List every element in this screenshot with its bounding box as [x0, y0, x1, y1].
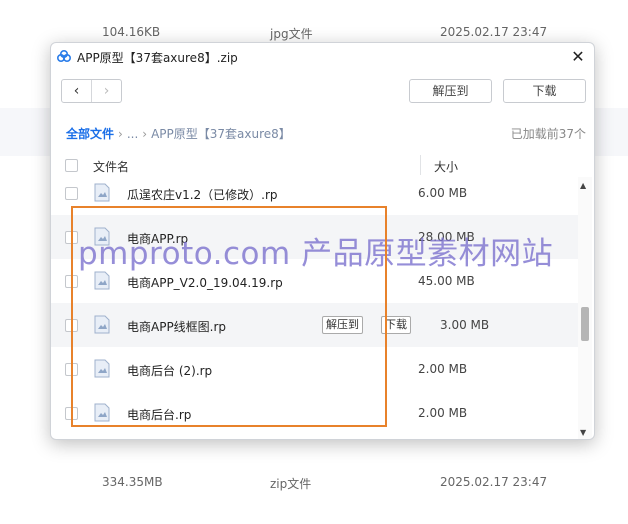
file-size: 3.00 MB [440, 318, 490, 332]
file-size: 2.00 MB [418, 406, 468, 420]
file-size: 2.00 MB [418, 362, 468, 376]
breadcrumb-ellipsis[interactable]: ... [127, 127, 138, 141]
vertical-scrollbar[interactable]: ▲ ▼ [578, 177, 592, 439]
file-name: 瓜逞农庄v1.2（已修改）.rp [127, 188, 278, 202]
background-file-date: 2025.02.17 23:47 [440, 25, 548, 39]
breadcrumb-root[interactable]: 全部文件 [66, 127, 114, 141]
select-all-checkbox[interactable] [65, 159, 78, 172]
background-file-type: jpg文件 [270, 27, 313, 41]
file-size: 6.00 MB [418, 186, 468, 200]
forward-button[interactable]: › [92, 80, 121, 102]
background-file-date: 2025.02.17 23:47 [440, 475, 548, 489]
back-button[interactable]: ‹ [62, 80, 92, 102]
cloud-app-icon [57, 49, 71, 62]
scroll-down-arrow-icon[interactable]: ▼ [580, 428, 586, 437]
background-file-type: zip文件 [270, 477, 312, 491]
background-file-size: 334.35MB [102, 475, 163, 489]
close-button[interactable]: ✕ [568, 47, 588, 67]
extract-to-button[interactable]: 解压到 [409, 79, 492, 103]
column-header-size[interactable]: 大小 [434, 158, 458, 175]
breadcrumb: 全部文件 ›... › APP原型【37套axure8】 [66, 125, 291, 142]
scrollbar-thumb[interactable] [581, 307, 589, 341]
column-header-name[interactable]: 文件名 [93, 158, 129, 175]
dialog-title: APP原型【37套axure8】.zip [77, 51, 238, 65]
file-size: 45.00 MB [418, 274, 475, 288]
rp-file-icon [94, 183, 110, 202]
breadcrumb-current: APP原型【37套axure8】 [151, 127, 291, 141]
download-button[interactable]: 下载 [503, 79, 586, 103]
row-checkbox[interactable] [65, 187, 78, 200]
navigation-buttons: ‹ › [61, 79, 122, 103]
breadcrumb-separator: › [142, 127, 148, 141]
breadcrumb-separator: › [118, 127, 123, 141]
column-divider[interactable] [420, 155, 421, 175]
file-list-header: 文件名 大小 [51, 153, 594, 177]
background-file-size: 104.16KB [102, 25, 161, 39]
loaded-count-text: 已加载前37个 [510, 127, 586, 141]
title-bar: APP原型【37套axure8】.zip ✕ [51, 43, 594, 71]
scroll-up-arrow-icon[interactable]: ▲ [580, 181, 586, 190]
highlight-annotation-box [71, 206, 387, 427]
